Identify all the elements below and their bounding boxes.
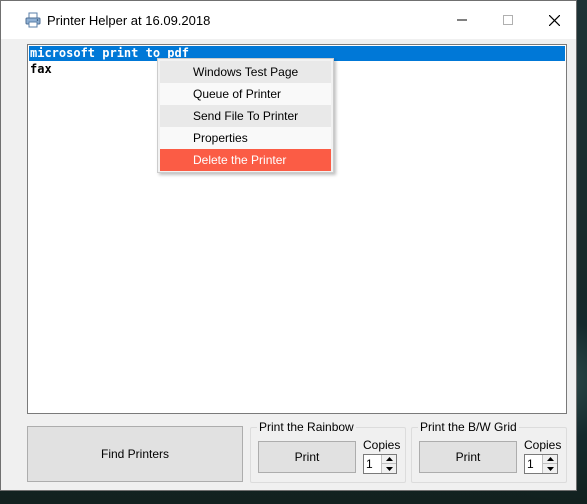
print-grid-button[interactable]: Print: [419, 441, 517, 473]
menu-item-properties[interactable]: Properties: [160, 127, 331, 149]
menu-item-queue-of-printer[interactable]: Queue of Printer: [160, 83, 331, 105]
grid-copies-stepper[interactable]: 1: [524, 454, 558, 474]
menu-item-windows-test-page[interactable]: Windows Test Page: [160, 61, 331, 83]
menu-item-delete-printer[interactable]: Delete the Printer: [160, 149, 331, 171]
rainbow-copies-stepper[interactable]: 1: [363, 454, 397, 474]
title-bar[interactable]: Printer Helper at 16.09.2018: [1, 1, 576, 39]
arrow-down-icon: [546, 466, 554, 471]
arrow-up-icon: [546, 457, 554, 461]
close-button[interactable]: [531, 1, 577, 39]
grid-copies-label: Copies: [524, 438, 562, 452]
arrow-up-icon: [385, 457, 393, 461]
grid-copies-increment[interactable]: [542, 455, 557, 464]
grid-group: Print the B/W Grid Print Copies 1: [411, 420, 567, 483]
maximize-button[interactable]: [485, 1, 531, 39]
rainbow-copies-increment[interactable]: [381, 455, 396, 464]
rainbow-group-legend: Print the Rainbow: [257, 420, 356, 434]
grid-group-legend: Print the B/W Grid: [418, 420, 519, 434]
minimize-button[interactable]: [439, 1, 485, 39]
context-menu: Windows Test Page Queue of Printer Send …: [157, 58, 334, 173]
app-window: Printer Helper at 16.09.2018 microsoft p…: [0, 0, 577, 491]
grid-copies-decrement[interactable]: [542, 464, 557, 473]
minimize-icon: [457, 19, 467, 21]
grid-copies-value[interactable]: 1: [527, 457, 534, 471]
rainbow-group: Print the Rainbow Print Copies 1: [250, 420, 406, 483]
rainbow-copies-value[interactable]: 1: [366, 457, 373, 471]
close-icon: [548, 14, 560, 26]
menu-item-send-file-to-printer[interactable]: Send File To Printer: [160, 105, 331, 127]
rainbow-copies-decrement[interactable]: [381, 464, 396, 473]
rainbow-copies-label: Copies: [363, 438, 401, 452]
printer-icon: [25, 12, 41, 28]
print-rainbow-button[interactable]: Print: [258, 441, 356, 473]
maximize-icon: [503, 15, 513, 25]
find-printers-button[interactable]: Find Printers: [27, 426, 243, 482]
window-title: Printer Helper at 16.09.2018: [47, 13, 211, 28]
arrow-down-icon: [385, 466, 393, 471]
